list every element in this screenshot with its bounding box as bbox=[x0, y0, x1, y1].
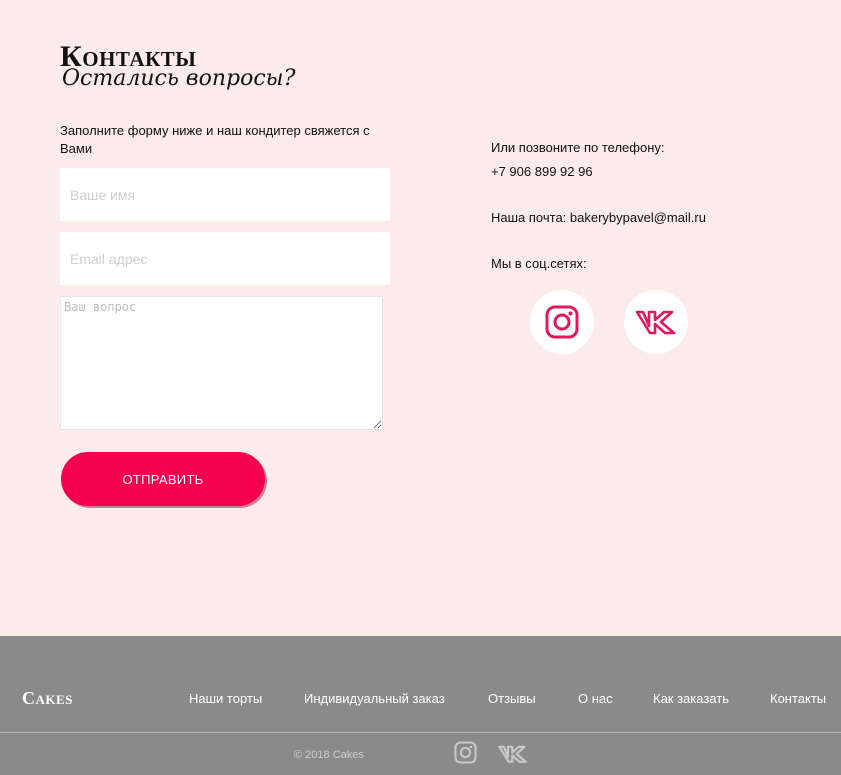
nav-link-how-to-order[interactable]: Как заказать bbox=[653, 691, 729, 706]
nav-link-contacts[interactable]: Контакты bbox=[770, 691, 826, 706]
copyright: © 2018 Cakes bbox=[294, 749, 364, 761]
question-field[interactable] bbox=[60, 296, 383, 430]
nav-link-about[interactable]: О нас bbox=[578, 691, 613, 706]
form-intro: Заполните форму ниже и наш кондитер свяж… bbox=[60, 123, 370, 156]
footer-vk-icon[interactable] bbox=[497, 744, 529, 764]
page-subtitle: Остались вопросы? bbox=[62, 66, 296, 91]
phone-number[interactable]: +7 906 899 92 96 bbox=[491, 164, 593, 179]
instagram-button[interactable] bbox=[530, 290, 594, 354]
footer-divider bbox=[0, 732, 841, 733]
instagram-icon bbox=[545, 305, 579, 339]
nav-link-reviews[interactable]: Отзывы bbox=[488, 691, 536, 706]
email-field[interactable] bbox=[60, 232, 390, 285]
contacts-section: Контакты Остались вопросы? Заполните фор… bbox=[0, 0, 841, 636]
vk-button[interactable] bbox=[624, 290, 688, 354]
vk-icon bbox=[635, 310, 676, 335]
nav-link-custom-order[interactable]: Индивидуальный заказ bbox=[304, 691, 445, 706]
submit-button[interactable]: ОТПРАВИТЬ bbox=[61, 452, 265, 506]
footer-instagram-icon[interactable] bbox=[454, 741, 477, 764]
nav-link-cakes[interactable]: Наши торты bbox=[189, 691, 262, 706]
footer-logo[interactable]: Cakes bbox=[22, 688, 73, 709]
name-field[interactable] bbox=[60, 168, 390, 221]
phone-label: Или позвоните по телефону: bbox=[491, 140, 665, 155]
email-address[interactable]: Наша почта: bakerybypavel@mail.ru bbox=[491, 210, 706, 225]
social-label: Мы в соц.сетях: bbox=[491, 256, 587, 271]
site-footer: Cakes Наши торты Индивидуальный заказ От… bbox=[0, 636, 841, 775]
